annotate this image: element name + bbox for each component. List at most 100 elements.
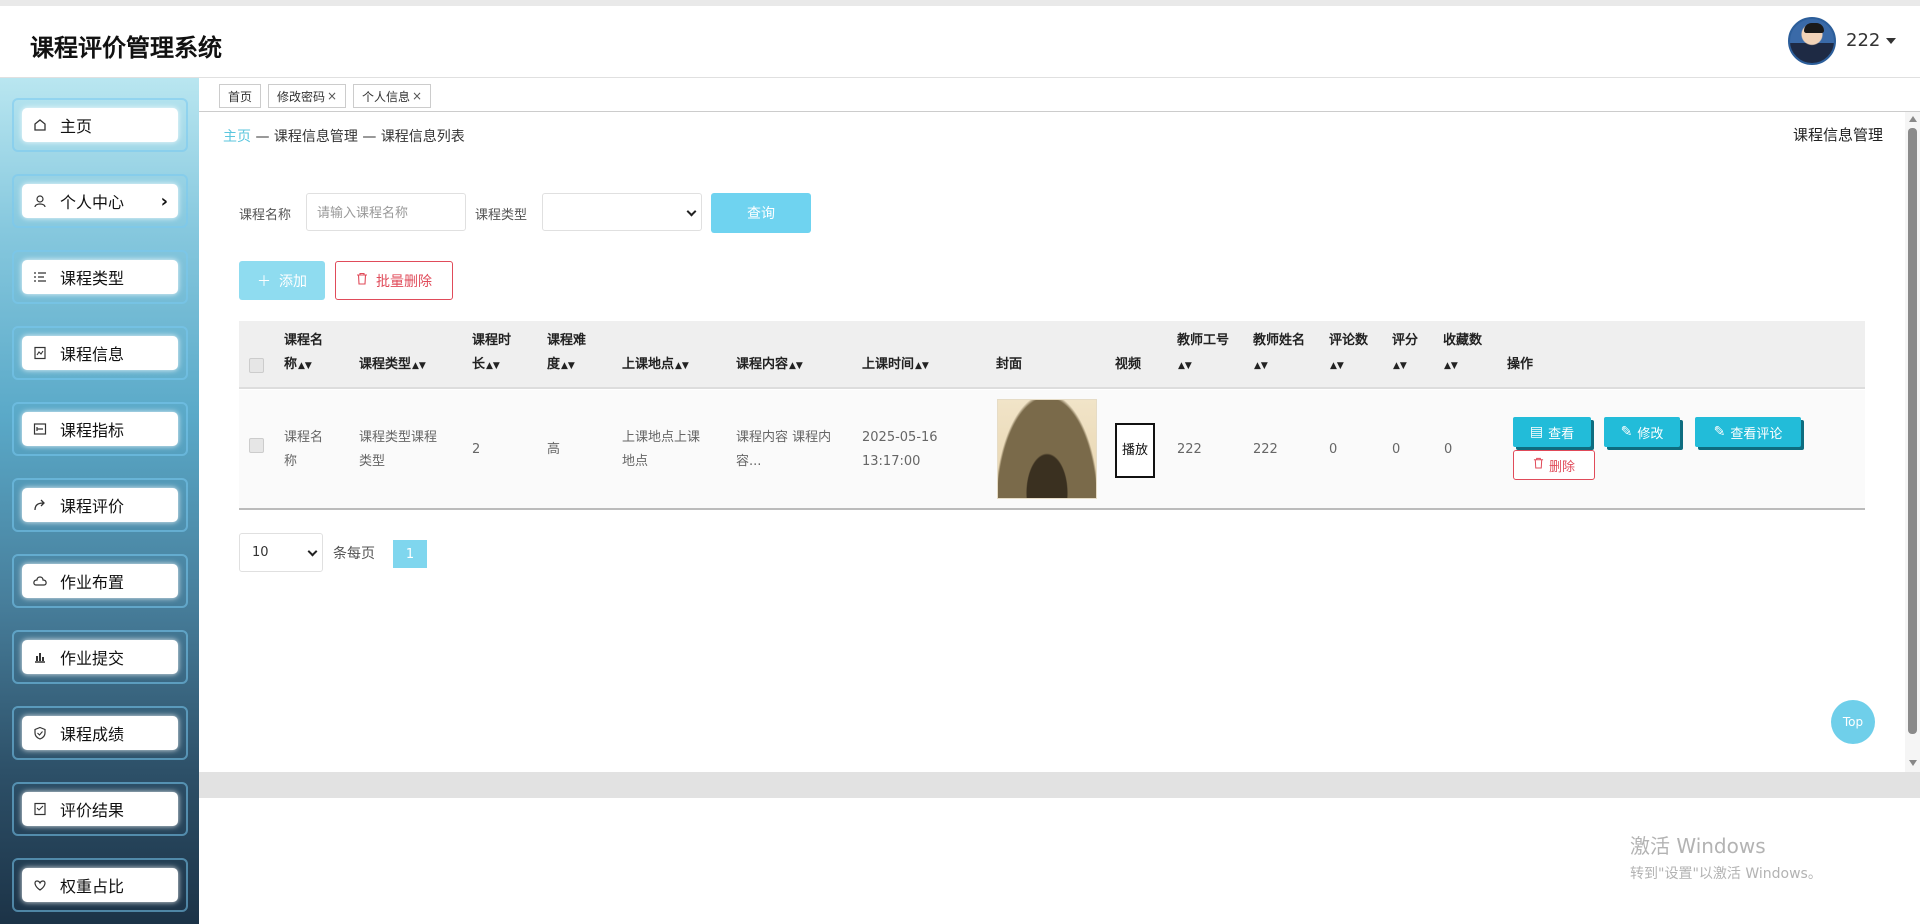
cell-teacher-id: 222 <box>1177 442 1202 457</box>
view-button-label: 查看 <box>1548 426 1575 442</box>
header-course-type[interactable]: 课程类型▲▼ <box>359 353 426 378</box>
chevron-right-icon: › <box>160 190 168 212</box>
header-location[interactable]: 上课地点▲▼ <box>622 353 689 378</box>
tab-personal-info[interactable]: 个人信息 × <box>353 84 432 108</box>
cell-score: 0 <box>1392 442 1401 457</box>
header-content[interactable]: 课程内容▲▼ <box>736 353 803 378</box>
breadcrumb: 主页 — 课程信息管理 — 课程信息列表 <box>223 126 465 146</box>
sidebar-item-home[interactable]: 主页 <box>12 98 188 152</box>
view-comments-button-label: 查看评论 <box>1730 426 1783 442</box>
sidebar-item-label: 主页 <box>60 117 93 136</box>
breadcrumb-home[interactable]: 主页 <box>223 129 251 145</box>
header-cover: 封面 <box>996 357 1023 372</box>
sort-icon: ▲▼ <box>486 361 500 371</box>
cell-time: 2025-05-16 13:17:00 <box>862 430 938 469</box>
back-to-top-button[interactable]: Top <box>1831 700 1875 744</box>
select-all-checkbox[interactable] <box>249 358 264 373</box>
cloud-icon <box>32 573 48 589</box>
sidebar-item-course-type[interactable]: 课程类型 <box>12 250 188 304</box>
sidebar-item-label: 课程成绩 <box>60 725 125 744</box>
sidebar-item-label: 作业布置 <box>60 573 125 592</box>
edit-button[interactable]: ✎ 修改 <box>1604 417 1680 447</box>
document-icon: ▤ <box>1529 424 1544 440</box>
query-button[interactable]: 查询 <box>711 193 811 233</box>
edit-button-label: 修改 <box>1637 426 1664 442</box>
page-size-select[interactable]: 10 <box>239 533 323 572</box>
cell-course-name: 课程名称 <box>284 430 324 469</box>
sidebar-item-course-info[interactable]: 课程信息 <box>12 326 188 380</box>
sidebar-item-weight-ratio[interactable]: 权重占比 <box>12 858 188 912</box>
view-comments-button[interactable]: ✎ 查看评论 <box>1695 417 1801 447</box>
top-header: 课程评价管理系统 222 <box>0 0 1920 78</box>
batch-delete-label: 批量删除 <box>376 273 432 290</box>
header-teacher-id[interactable]: 教师工号 ▲▼ <box>1177 329 1229 378</box>
header-course-difficulty[interactable]: 课程难 度▲▼ <box>547 329 586 378</box>
sidebar-item-label: 课程类型 <box>60 269 125 288</box>
sort-icon: ▲▼ <box>1444 361 1458 371</box>
scroll-up-arrow-icon[interactable] <box>1909 116 1917 122</box>
per-page-label: 条每页 <box>333 546 375 562</box>
sort-icon: ▲▼ <box>1254 361 1268 371</box>
page-title: 课程信息管理 <box>1792 126 1883 144</box>
scroll-thumb[interactable] <box>1908 128 1917 734</box>
checklist-icon <box>32 801 48 817</box>
header-course-duration[interactable]: 课程时 长▲▼ <box>472 329 511 378</box>
sidebar-item-homework-assign[interactable]: 作业布置 <box>12 554 188 608</box>
windows-activation-watermark: 激活 Windows 转到"设置"以激活 Windows。 <box>1630 830 1822 883</box>
add-button-label: 添加 <box>279 273 307 290</box>
sidebar-item-personal-center[interactable]: 个人中心 › <box>12 174 188 228</box>
header-score[interactable]: 评分 ▲▼ <box>1392 329 1418 378</box>
course-type-select[interactable] <box>542 193 702 231</box>
sort-icon: ▲▼ <box>675 361 689 371</box>
header-favorites[interactable]: 收藏数 ▲▼ <box>1443 329 1482 378</box>
page-number-current[interactable]: 1 <box>393 540 427 568</box>
breadcrumb-separator: — <box>357 129 381 145</box>
cell-duration: 2 <box>472 442 481 457</box>
edit-icon: ✎ <box>1713 424 1726 440</box>
header-teacher-name[interactable]: 教师姓名 ▲▼ <box>1253 329 1305 378</box>
sidebar-item-label: 个人中心 <box>60 193 125 212</box>
list-icon <box>32 269 48 285</box>
sidebar-item-label: 权重占比 <box>60 877 125 896</box>
header-time[interactable]: 上课时间▲▼ <box>862 353 929 378</box>
close-icon[interactable]: × <box>327 89 337 103</box>
sidebar-item-course-evaluation[interactable]: 课程评价 <box>12 478 188 532</box>
sort-icon: ▲▼ <box>789 361 803 371</box>
tab-home[interactable]: 首页 <box>219 84 262 108</box>
username[interactable]: 222 <box>1846 30 1880 51</box>
sidebar-item-course-indicator[interactable]: 课程指标 <box>12 402 188 456</box>
play-video-button[interactable]: 播放 <box>1115 423 1155 478</box>
scroll-down-arrow-icon[interactable] <box>1909 760 1917 766</box>
sort-icon: ▲▼ <box>412 361 426 371</box>
cell-favorites: 0 <box>1444 442 1453 457</box>
add-button[interactable]: ＋ 添加 <box>239 261 325 300</box>
view-button[interactable]: ▤ 查看 <box>1513 417 1591 447</box>
main-content: 主页 — 课程信息管理 — 课程信息列表 课程信息管理 课程名称 课程类型 查询… <box>199 112 1905 772</box>
sidebar-item-label: 评价结果 <box>60 801 125 820</box>
course-name-search-input[interactable] <box>306 193 466 231</box>
batch-delete-button[interactable]: 批量删除 <box>335 261 453 300</box>
user-icon <box>32 193 48 209</box>
cell-content: 课程内容 课程内 容... <box>736 430 832 469</box>
sidebar-item-label: 课程信息 <box>60 345 125 364</box>
sort-icon: ▲▼ <box>298 361 312 371</box>
row-checkbox[interactable] <box>249 438 264 453</box>
sidebar: 主页 个人中心 › 课程类型 课程信息 课程指标 课程评价 作业布置 作业提交 … <box>0 78 199 924</box>
delete-button[interactable]: 删除 <box>1513 450 1595 480</box>
table-row: 课程名称 课程类型课程 类型 2 高 上课地点上课 地点 课程内容 课程内 容... … <box>239 390 1865 510</box>
user-dropdown-caret-icon[interactable] <box>1886 38 1896 44</box>
sidebar-item-evaluation-result[interactable]: 评价结果 <box>12 782 188 836</box>
main-scrollbar[interactable] <box>1905 112 1920 772</box>
sidebar-item-homework-submit[interactable]: 作业提交 <box>12 630 188 684</box>
course-name-label: 课程名称 <box>239 208 292 223</box>
header-comments[interactable]: 评论数 ▲▼ <box>1329 329 1368 378</box>
header-course-name[interactable]: 课程名 称▲▼ <box>284 329 323 378</box>
cell-course-type: 课程类型课程 类型 <box>359 430 438 469</box>
home-icon <box>32 117 48 133</box>
user-avatar[interactable] <box>1788 17 1836 65</box>
close-icon[interactable]: × <box>412 89 422 103</box>
header-operations: 操作 <box>1507 357 1534 372</box>
sidebar-item-course-grades[interactable]: 课程成绩 <box>12 706 188 760</box>
table-header: 课程名 称▲▼ 课程类型▲▼ 课程时 长▲▼ 课程难 度▲▼ 上课地点▲▼ 课程内容▲… <box>239 321 1865 389</box>
tab-change-password[interactable]: 修改密码 × <box>268 84 347 108</box>
